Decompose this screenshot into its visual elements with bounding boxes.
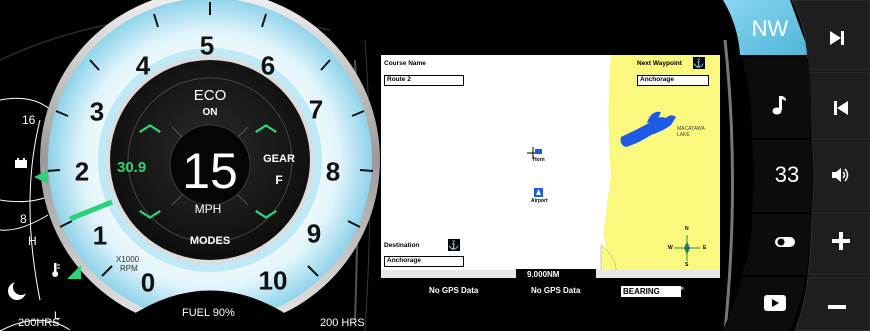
temp-high-label: H <box>28 234 37 248</box>
temperature-icon <box>52 263 60 277</box>
poi-horn-label: Horn <box>533 157 545 163</box>
toggle-icon <box>775 237 795 247</box>
gear-title: GEAR <box>263 153 295 165</box>
voltage-max-label: 16 <box>22 113 36 127</box>
temperature-level-marker <box>67 265 81 279</box>
compass-e: E <box>703 245 707 251</box>
anchor-icon[interactable]: ⚓ <box>693 57 705 69</box>
rpm-tick-5: 5 <box>199 30 215 61</box>
chevron-down-icon[interactable]: ﹀ <box>255 211 277 233</box>
destination-field[interactable]: Anchorage <box>384 256 464 267</box>
fuel-level: FUEL 90% <box>182 307 235 319</box>
speed-value: 15 <box>182 143 238 199</box>
destination-anchor-icon[interactable]: ⚓ <box>448 239 460 251</box>
gps-status-1: No GPS Data <box>429 286 479 295</box>
bearing-label: BEARING <box>623 287 660 296</box>
compass-s: S <box>685 262 689 268</box>
heading-value: NW <box>751 16 789 41</box>
rpm-tick-0: 0 <box>140 267 156 298</box>
fuel-low-label: L <box>54 310 61 322</box>
minus-button[interactable] <box>814 290 860 324</box>
speed-unit: MPH <box>194 202 222 216</box>
chart-plotter-map[interactable]: Course Name Route 2 Next Waypoint ⚓ Anch… <box>381 55 720 298</box>
lake-label-line2: LAKE <box>677 132 690 138</box>
rpm-tick-7: 7 <box>308 94 324 125</box>
rpm-tick-4: 4 <box>135 50 151 81</box>
chevron-up-icon[interactable]: ︿ <box>255 113 277 135</box>
rpm-tick-8: 8 <box>325 156 341 187</box>
eco-title: ECO <box>193 87 227 104</box>
battery-icon <box>15 158 27 168</box>
heading-indicator: NW <box>735 14 805 44</box>
gear-value: F <box>275 173 283 187</box>
compass-n: N <box>685 226 689 232</box>
rpm-tick-2: 2 <box>74 156 90 187</box>
volume-value: 33 <box>774 162 800 187</box>
modes-button[interactable]: MODES <box>180 236 240 247</box>
poi-airport-label: Airport <box>531 198 548 204</box>
rpm-tick-10: 10 <box>258 265 288 296</box>
skip-next-icon <box>830 31 844 45</box>
engine-hours-right: 200 HRS <box>320 317 365 329</box>
course-name-label: Course Name <box>384 60 426 67</box>
voltage-min-label: 8 <box>20 212 27 226</box>
destination-label: Destination <box>384 242 420 249</box>
next-waypoint-label: Next Waypoint <box>637 60 682 67</box>
eco-state: ON <box>202 107 218 118</box>
eco-button[interactable]: ECO ON <box>180 84 240 124</box>
rpm-unit-line2: RPM <box>120 264 138 273</box>
toggle-button[interactable] <box>762 225 808 259</box>
skip-previous-button[interactable] <box>818 88 864 128</box>
volume-display: 33 <box>762 158 812 192</box>
gear-display[interactable]: GEAR F <box>256 152 302 194</box>
bearing-value: 0.00° <box>665 286 684 295</box>
moon-icon[interactable] <box>6 280 28 302</box>
chevron-up-icon[interactable]: ︿ <box>139 113 161 135</box>
speaker-button[interactable] <box>818 158 864 192</box>
speaker-icon <box>832 168 849 182</box>
minus-icon <box>828 305 846 309</box>
rpm-tick-1: 1 <box>92 220 108 251</box>
course-name-field[interactable]: Route 2 <box>384 75 464 86</box>
gps-status-2: No GPS Data <box>531 286 581 295</box>
music-note-icon <box>772 96 786 115</box>
plus-icon <box>832 232 850 250</box>
distance-readout: 9.000NM <box>527 270 560 279</box>
skip-previous-icon <box>834 101 848 115</box>
skip-next-button[interactable] <box>812 18 862 58</box>
side-value: 30.9 <box>117 159 147 176</box>
chevron-down-icon[interactable]: ﹀ <box>139 211 161 233</box>
rpm-tick-3: 3 <box>89 96 105 127</box>
rpm-tick-9: 9 <box>306 218 322 249</box>
play-icon <box>764 295 786 311</box>
play-button[interactable] <box>752 286 798 320</box>
music-button[interactable] <box>760 85 800 125</box>
dashboard: 0 1 2 3 4 5 6 7 8 9 10 X1000 RPM ECO ON … <box>0 0 870 331</box>
compass-w: W <box>668 245 673 251</box>
battery-level-marker <box>34 170 48 184</box>
rpm-tick-6: 6 <box>260 50 276 81</box>
plus-button[interactable] <box>818 222 864 260</box>
rpm-unit-line1: X1000 <box>116 255 140 264</box>
next-waypoint-field[interactable]: Anchorage <box>637 75 709 86</box>
